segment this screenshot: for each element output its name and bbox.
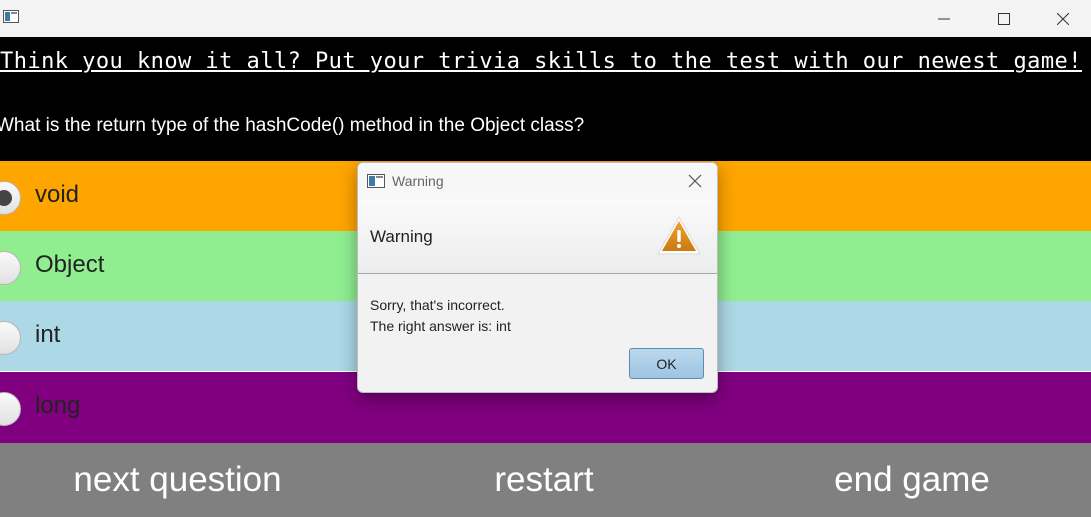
dialog-header: Warning (358, 199, 717, 274)
dialog-message: Sorry, that's incorrect. The right answe… (370, 295, 511, 337)
close-window-button[interactable] (1034, 0, 1091, 37)
answer-label: void (35, 181, 80, 208)
dialog-close-icon[interactable] (688, 174, 702, 188)
next-question-button[interactable]: next question (0, 443, 355, 517)
game-headline: Think you know it all? Put your trivia s… (0, 49, 1082, 74)
warning-triangle-icon (657, 216, 701, 255)
maximize-icon (998, 12, 1010, 25)
message-line: The right answer is: int (370, 318, 511, 334)
bottom-button-bar: next question restart end game (0, 443, 1091, 517)
minimize-button[interactable] (915, 0, 973, 37)
answer-label: int (35, 321, 61, 348)
warning-dialog: Warning Warning Sorry, that's incorrect.… (357, 162, 718, 393)
question-text: What is the return type of the hashCode(… (0, 115, 585, 136)
maximize-button[interactable] (975, 0, 1033, 37)
answer-label: Object (35, 251, 105, 278)
end-game-button[interactable]: end game (733, 443, 1091, 517)
app-icon (3, 10, 19, 23)
minimize-icon (938, 18, 950, 19)
dialog-title: Warning (392, 173, 444, 189)
radio-button[interactable] (0, 181, 21, 215)
question-header: Think you know it all? Put your trivia s… (0, 37, 1091, 161)
ok-button[interactable]: OK (629, 348, 704, 379)
message-line: Sorry, that's incorrect. (370, 297, 505, 313)
restart-button[interactable]: restart (355, 443, 733, 517)
dialog-header-text: Warning (370, 227, 433, 246)
radio-button[interactable] (0, 321, 21, 355)
window-titlebar (0, 0, 1091, 37)
answer-label: long (35, 392, 81, 419)
dialog-titlebar: Warning (358, 163, 717, 199)
radio-button[interactable] (0, 392, 21, 426)
radio-button[interactable] (0, 251, 21, 285)
app-icon (367, 174, 385, 188)
close-icon (1057, 12, 1069, 25)
